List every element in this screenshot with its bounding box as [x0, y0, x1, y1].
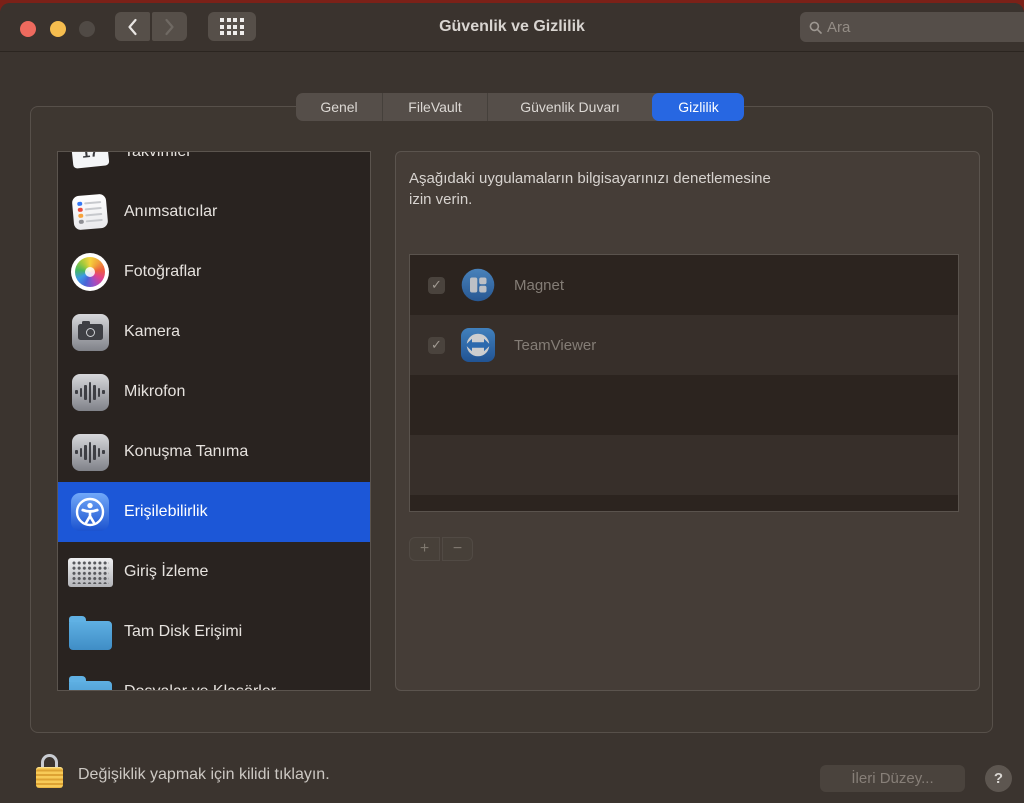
minimize-window-button[interactable]	[50, 21, 66, 37]
search-icon	[809, 21, 822, 34]
sidebar-item-label: Kamera	[124, 323, 180, 341]
search-input[interactable]	[827, 19, 1024, 36]
sidebar-item-giris-izleme[interactable]: Giriş İzleme	[58, 542, 370, 602]
folder-icon	[64, 674, 116, 691]
sidebar-item-label: Anımsatıcılar	[124, 203, 217, 221]
app-name: TeamViewer	[514, 337, 596, 354]
privacy-sidebar: 17 Takvimler Anımsatıcılar Fotoğraflar Kamer…	[57, 151, 371, 691]
app-name: Magnet	[514, 277, 564, 294]
chevron-right-icon	[164, 18, 175, 36]
teamviewer-icon	[461, 328, 495, 362]
folder-icon	[64, 614, 116, 650]
lock-icon[interactable]	[36, 754, 63, 788]
sidebar-item-tam-disk-erisimi[interactable]: Tam Disk Erişimi	[58, 602, 370, 662]
app-row-empty	[410, 435, 958, 495]
add-remove-group: + −	[409, 537, 473, 561]
forward-button[interactable]	[152, 12, 187, 41]
security-privacy-window: Güvenlik ve Gizlilik GenelFileVaultGüven…	[0, 3, 1024, 803]
tab-guvenlik-duvari[interactable]: Güvenlik Duvarı	[487, 93, 652, 121]
titlebar: Güvenlik ve Gizlilik	[0, 3, 1024, 52]
allowed-apps-list: Magnet TeamViewer	[409, 254, 959, 512]
sidebar-item-label: Dosyalar ve Klasörler	[124, 683, 276, 691]
camera-icon	[64, 314, 116, 351]
app-row-magnet: Magnet	[410, 255, 958, 315]
grid-icon	[220, 18, 244, 35]
help-button[interactable]: ?	[985, 765, 1012, 792]
app-row-empty	[410, 375, 958, 435]
magnet-icon	[461, 268, 495, 302]
sidebar-item-label: Fotoğraflar	[124, 263, 201, 281]
sidebar-item-kamera[interactable]: Kamera	[58, 302, 370, 362]
tab-bar: GenelFileVaultGüvenlik DuvarıGizlilik	[296, 93, 744, 121]
app-row-empty	[410, 495, 958, 512]
app-row-teamviewer: TeamViewer	[410, 315, 958, 375]
app-checkbox-magnet[interactable]	[428, 277, 445, 294]
privacy-panel: Aşağıdaki uygulamaların bilgisayarınızı …	[395, 151, 980, 691]
sidebar-item-label: Giriş İzleme	[124, 563, 208, 581]
tab-genel[interactable]: Genel	[296, 93, 382, 121]
sidebar-item-label: Erişilebilirlik	[124, 503, 208, 521]
sidebar-item-fotograflar[interactable]: Fotoğraflar	[58, 242, 370, 302]
accessibility-icon	[64, 493, 116, 531]
sidebar-item-label: Konuşma Tanıma	[124, 443, 248, 461]
app-checkbox-teamviewer[interactable]	[428, 337, 445, 354]
close-window-button[interactable]	[20, 21, 36, 37]
privacy-category-list: 17 Takvimler Anımsatıcılar Fotoğraflar Kamer…	[58, 151, 370, 691]
sidebar-item-dosyalar-ve-klasorler[interactable]: Dosyalar ve Klasörler	[58, 662, 370, 691]
sidebar-item-label: Mikrofon	[124, 383, 185, 401]
sidebar-item-label: Tam Disk Erişimi	[124, 623, 242, 641]
lock-shackle	[41, 754, 58, 768]
calendar-day: 17	[81, 151, 99, 161]
calendar-icon: 17	[64, 151, 116, 167]
panel-description: Aşağıdaki uygulamaların bilgisayarınızı …	[409, 168, 771, 210]
show-all-preferences-button[interactable]	[208, 12, 256, 41]
sidebar-item-animsaticilar[interactable]: Anımsatıcılar	[58, 182, 370, 242]
tab-gizlilik[interactable]: Gizlilik	[652, 93, 744, 121]
lock-message: Değişiklik yapmak için kilidi tıklayın.	[78, 766, 330, 784]
photos-icon	[64, 253, 116, 291]
microphone-icon	[64, 374, 116, 411]
reminders-icon	[64, 195, 116, 229]
back-button[interactable]	[115, 12, 150, 41]
desktop: { "titlebar": { "title": "Güvenlik ve Gi…	[0, 0, 1024, 803]
sidebar-item-mikrofon[interactable]: Mikrofon	[58, 362, 370, 422]
sidebar-item-takvimler[interactable]: 17 Takvimler	[58, 151, 370, 182]
lock-body	[36, 767, 63, 788]
remove-app-button[interactable]: −	[442, 537, 473, 561]
tab-filevault[interactable]: FileVault	[382, 93, 487, 121]
sidebar-item-konusma-tanima[interactable]: Konuşma Tanıma	[58, 422, 370, 482]
window-title: Güvenlik ve Gizlilik	[439, 18, 585, 36]
sidebar-item-erisilebilirlik[interactable]: Erişilebilirlik	[58, 482, 370, 542]
chevron-left-icon	[127, 18, 138, 36]
keyboard-icon	[64, 558, 116, 587]
add-app-button[interactable]: +	[409, 537, 440, 561]
zoom-window-button[interactable]	[79, 21, 95, 37]
sidebar-item-label: Takvimler	[124, 151, 192, 161]
search-field[interactable]	[800, 12, 1024, 42]
advanced-button[interactable]: İleri Düzey...	[820, 765, 965, 792]
speech-recognition-icon	[64, 434, 116, 471]
